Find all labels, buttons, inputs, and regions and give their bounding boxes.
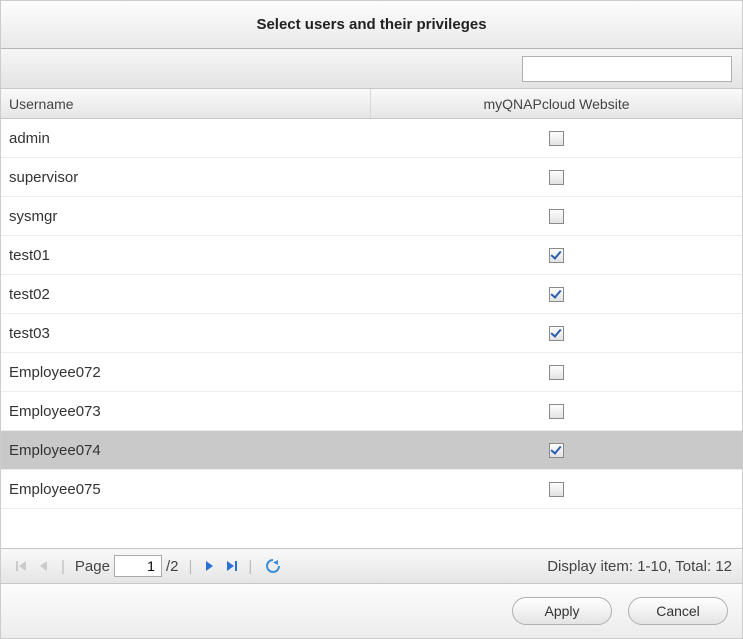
privilege-checkbox[interactable]	[549, 131, 564, 146]
privilege-cell	[371, 431, 742, 469]
username-label: admin	[9, 130, 50, 147]
privilege-checkbox[interactable]	[549, 170, 564, 185]
privilege-cell	[371, 275, 742, 313]
privilege-cell	[371, 236, 742, 274]
display-info: Display item: 1-10, Total: 12	[547, 558, 732, 575]
table-row[interactable]: admin	[1, 119, 742, 158]
dialog: Select users and their privileges Userna…	[0, 0, 743, 639]
privilege-cell	[371, 197, 742, 235]
table-row[interactable]: test02	[1, 275, 742, 314]
footer: Apply Cancel	[1, 584, 742, 638]
username-cell: test03	[1, 314, 371, 352]
privilege-checkbox[interactable]	[549, 326, 564, 341]
username-label: test03	[9, 325, 50, 342]
table-row[interactable]: Employee075	[1, 470, 742, 509]
first-page-button[interactable]	[13, 557, 31, 575]
search-bar	[1, 49, 742, 89]
username-label: Employee073	[9, 403, 101, 420]
privilege-checkbox[interactable]	[549, 482, 564, 497]
pager-separator: |	[61, 558, 65, 575]
username-label: Employee075	[9, 481, 101, 498]
privilege-cell	[371, 392, 742, 430]
page-number-input[interactable]	[114, 555, 162, 577]
privilege-cell	[371, 314, 742, 352]
pager-separator: |	[248, 558, 252, 575]
column-header-privilege-label: myQNAPcloud Website	[483, 96, 629, 112]
table-body: admin supervisor sysmgr test01 test02 test03 E…	[1, 119, 742, 509]
table-row[interactable]: test03	[1, 314, 742, 353]
privilege-cell	[371, 470, 742, 508]
table-row[interactable]: Employee072	[1, 353, 742, 392]
dialog-title: Select users and their privileges	[256, 16, 486, 33]
last-page-button[interactable]	[222, 557, 240, 575]
prev-page-icon	[38, 559, 50, 573]
title-bar: Select users and their privileges	[1, 1, 742, 49]
apply-button-label: Apply	[544, 603, 579, 619]
first-page-icon	[15, 559, 29, 573]
privilege-checkbox[interactable]	[549, 404, 564, 419]
username-cell: sysmgr	[1, 197, 371, 235]
username-cell: test01	[1, 236, 371, 274]
next-page-button[interactable]	[200, 557, 218, 575]
table-row[interactable]: Employee073	[1, 392, 742, 431]
privilege-cell	[371, 119, 742, 157]
table-row[interactable]: Employee074	[1, 431, 742, 470]
privilege-checkbox[interactable]	[549, 287, 564, 302]
table-filler	[1, 509, 742, 548]
next-page-icon	[203, 559, 215, 573]
username-label: test01	[9, 247, 50, 264]
privilege-checkbox[interactable]	[549, 365, 564, 380]
prev-page-button[interactable]	[35, 557, 53, 575]
total-pages-label: /2	[166, 558, 179, 575]
username-cell: Employee074	[1, 431, 371, 469]
column-header-username[interactable]: Username	[1, 89, 371, 118]
column-header-privilege[interactable]: myQNAPcloud Website	[371, 89, 742, 118]
table-header: Username myQNAPcloud Website	[1, 89, 742, 119]
username-cell: Employee072	[1, 353, 371, 391]
username-label: Employee072	[9, 364, 101, 381]
username-cell: Employee073	[1, 392, 371, 430]
refresh-button[interactable]	[264, 557, 282, 575]
table-row[interactable]: test01	[1, 236, 742, 275]
cancel-button[interactable]: Cancel	[628, 597, 728, 625]
privilege-checkbox[interactable]	[549, 248, 564, 263]
refresh-icon	[265, 558, 281, 574]
apply-button[interactable]: Apply	[512, 597, 612, 625]
privilege-checkbox[interactable]	[549, 443, 564, 458]
table-row[interactable]: sysmgr	[1, 197, 742, 236]
username-label: Employee074	[9, 442, 101, 459]
privilege-cell	[371, 353, 742, 391]
last-page-icon	[224, 559, 238, 573]
cancel-button-label: Cancel	[656, 603, 700, 619]
username-label: supervisor	[9, 169, 78, 186]
username-label: sysmgr	[9, 208, 57, 225]
table-row[interactable]: supervisor	[1, 158, 742, 197]
username-cell: admin	[1, 119, 371, 157]
username-cell: supervisor	[1, 158, 371, 196]
username-label: test02	[9, 286, 50, 303]
privilege-checkbox[interactable]	[549, 209, 564, 224]
page-label: Page	[75, 558, 110, 575]
username-cell: Employee075	[1, 470, 371, 508]
search-input[interactable]	[522, 56, 732, 82]
pager: | Page /2 | | Display item: 1-10, Total:…	[1, 548, 742, 584]
pager-separator: |	[188, 558, 192, 575]
username-cell: test02	[1, 275, 371, 313]
privilege-cell	[371, 158, 742, 196]
column-header-username-label: Username	[9, 96, 74, 112]
